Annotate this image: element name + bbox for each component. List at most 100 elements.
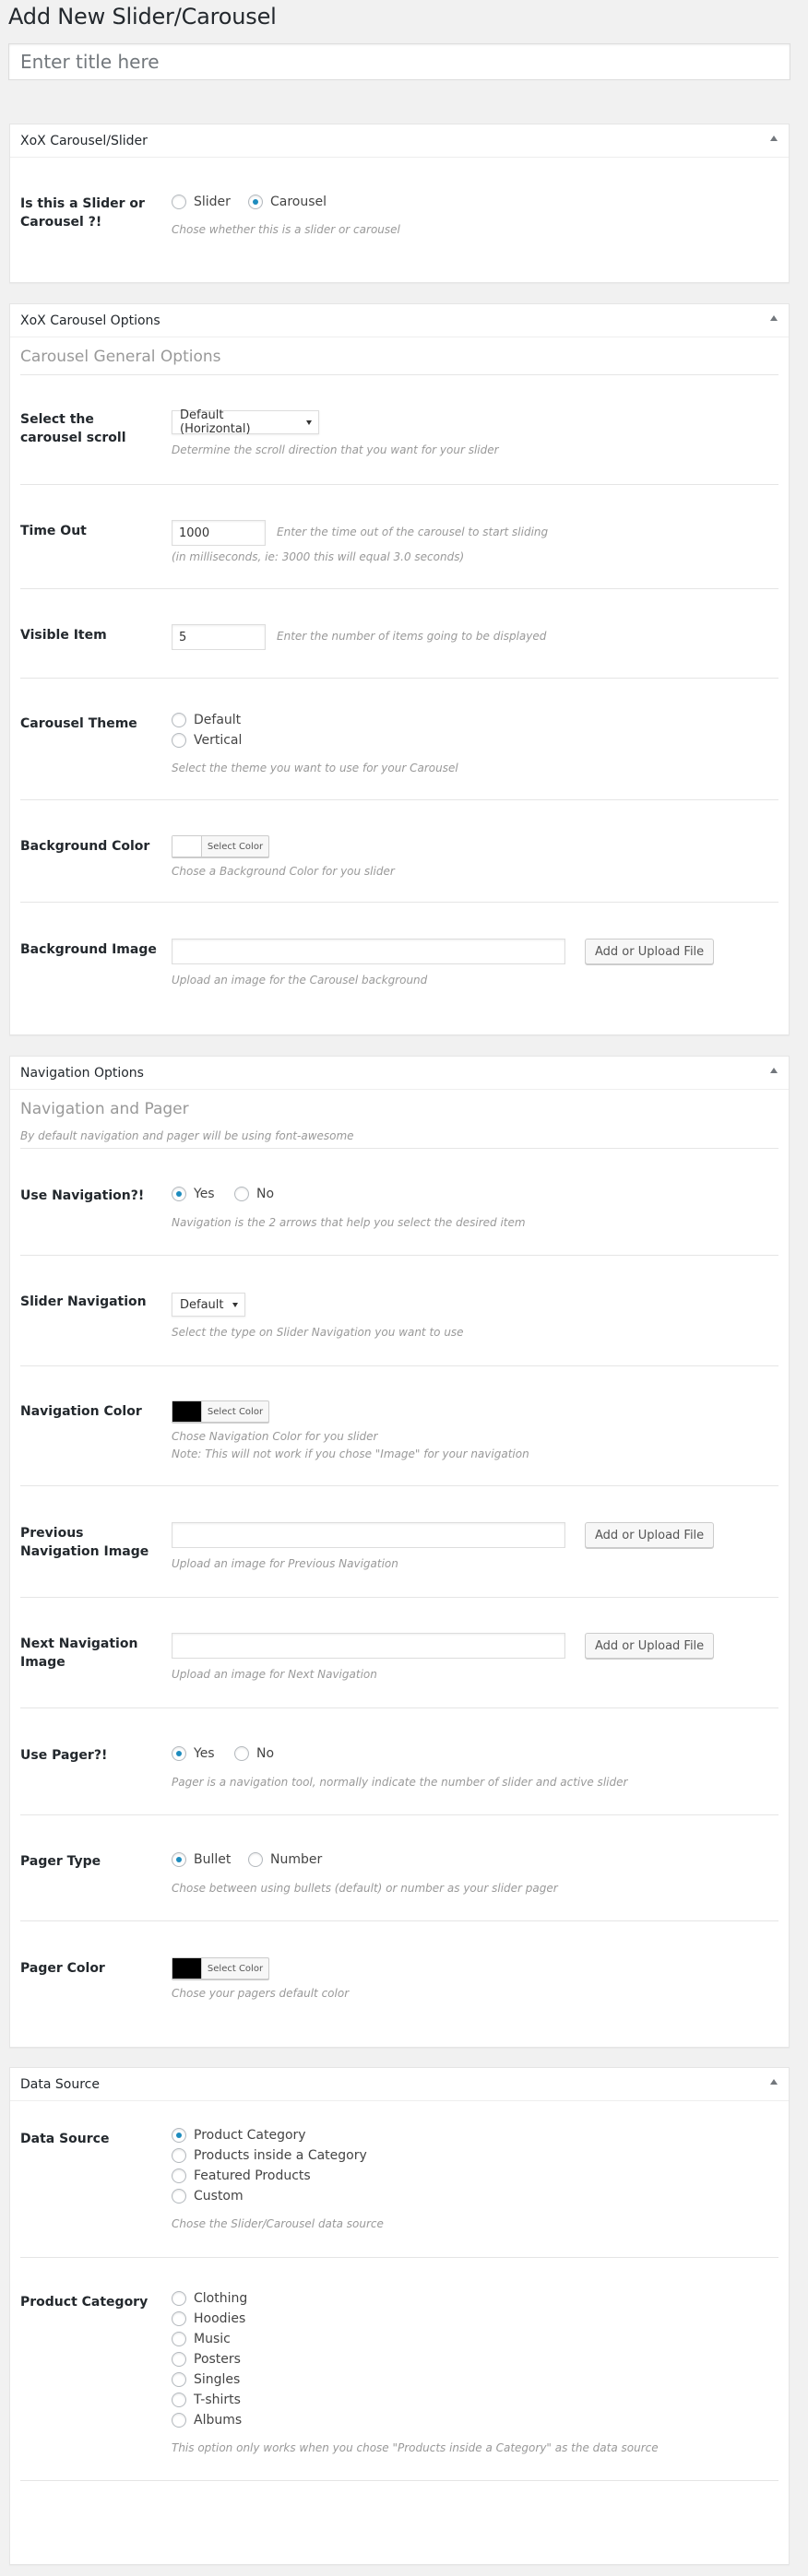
nav-color-label: Navigation Color — [20, 1404, 142, 1419]
visible-input[interactable]: 5 — [172, 624, 266, 650]
collapse-arrow-icon[interactable] — [770, 1068, 778, 1073]
divider — [20, 2480, 778, 2481]
metabox-header[interactable]: Data Source — [10, 2068, 789, 2101]
section-title: Carousel General Options — [20, 348, 221, 366]
next-image-upload-button[interactable]: Add or Upload File — [585, 1633, 715, 1659]
radio-circle-icon — [172, 2393, 186, 2407]
collapse-arrow-icon[interactable] — [770, 2079, 778, 2085]
use-pager-description: Pager is a navigation tool, normally ind… — [172, 1776, 628, 1789]
radio-source-products-inside-category[interactable]: Products inside a Category — [172, 2148, 367, 2163]
divider — [20, 484, 778, 485]
radio-label: Carousel — [270, 195, 327, 209]
radio-label: Yes — [194, 1746, 215, 1761]
bg-color-description: Chose a Background Color for you slider — [172, 865, 395, 878]
radio-selected-icon — [172, 1746, 186, 1761]
scroll-label: Select the carousel scroll — [20, 412, 126, 445]
radio-selected-icon — [172, 1187, 186, 1201]
bg-image-url-input[interactable] — [172, 939, 565, 964]
pager-color-picker-button[interactable]: Select Color — [172, 1957, 269, 1979]
type-description: Chose whether this is a slider or carous… — [172, 223, 400, 236]
collapse-arrow-icon[interactable] — [770, 136, 778, 141]
radio-circle-icon — [172, 2291, 186, 2306]
divider — [20, 1365, 778, 1366]
select-value: Default — [180, 1297, 224, 1312]
radio-pager-yes[interactable]: Yes — [172, 1746, 215, 1761]
timeout-hint: Enter the time out of the carousel to st… — [277, 526, 549, 538]
radio-label: Custom — [194, 2189, 244, 2204]
radio-circle-icon — [172, 195, 186, 209]
radio-pager-bullet[interactable]: Bullet — [172, 1852, 231, 1867]
radio-label: Number — [270, 1852, 323, 1867]
radio-pager-no[interactable]: No — [234, 1746, 274, 1761]
nav-color-picker-button[interactable]: Select Color — [172, 1400, 269, 1423]
section-subtitle: By default navigation and pager will be … — [20, 1129, 354, 1142]
radio-nav-no[interactable]: No — [234, 1187, 274, 1201]
radio-circle-icon — [172, 2413, 186, 2428]
collapse-arrow-icon[interactable] — [770, 315, 778, 321]
divider — [20, 588, 778, 589]
use-nav-description: Navigation is the 2 arrows that help you… — [172, 1216, 526, 1229]
slider-nav-label: Slider Navigation — [20, 1294, 147, 1309]
radio-label: Albums — [194, 2413, 243, 2428]
radio-category-t-shirts[interactable]: T-shirts — [172, 2393, 241, 2407]
title-input[interactable] — [8, 43, 790, 80]
color-swatch — [172, 1958, 202, 1979]
metabox-header[interactable]: Navigation Options — [10, 1057, 789, 1090]
radio-theme-default[interactable]: Default — [172, 713, 241, 727]
radio-source-product-category[interactable]: Product Category — [172, 2128, 306, 2143]
radio-label: Vertical — [194, 733, 243, 748]
dropdown-arrow-icon — [232, 1303, 238, 1307]
pager-type-description: Chose between using bullets (default) or… — [172, 1882, 558, 1895]
select-value: Default (Horizontal) — [180, 408, 251, 436]
radio-circle-icon — [172, 2332, 186, 2346]
radio-circle-icon — [172, 713, 186, 727]
radio-label: No — [256, 1746, 275, 1761]
radio-label: Clothing — [194, 2291, 248, 2306]
prev-image-url-input[interactable] — [172, 1522, 565, 1548]
metabox-title: Data Source — [20, 2076, 100, 2092]
product-category-description: This option only works when you chose "P… — [172, 2441, 659, 2454]
radio-category-hoodies[interactable]: Hoodies — [172, 2311, 245, 2326]
prev-image-upload-button[interactable]: Add or Upload File — [585, 1522, 715, 1548]
timeout-input[interactable]: 1000 — [172, 520, 266, 546]
data-source-label: Data Source — [20, 2132, 110, 2146]
divider — [20, 1255, 778, 1256]
radio-theme-vertical[interactable]: Vertical — [172, 733, 242, 748]
metabox-header[interactable]: XoX Carousel/Slider — [10, 124, 789, 158]
divider — [20, 799, 778, 800]
radio-category-posters[interactable]: Posters — [172, 2352, 241, 2367]
divider — [20, 1814, 778, 1815]
radio-category-clothing[interactable]: Clothing — [172, 2291, 247, 2306]
divider — [20, 678, 778, 679]
radio-category-music[interactable]: Music — [172, 2332, 231, 2346]
radio-source-featured-products[interactable]: Featured Products — [172, 2168, 311, 2183]
radio-slider[interactable]: Slider — [172, 195, 231, 209]
slider-nav-select[interactable]: Default — [172, 1293, 245, 1317]
navigation-options-metabox: Navigation Options Navigation and Pager … — [9, 1056, 790, 2048]
type-label: Is this a Slider or Carousel ?! — [20, 196, 145, 230]
radio-selected-icon — [172, 2128, 186, 2143]
data-source-description: Chose the Slider/Carousel data source — [172, 2217, 384, 2230]
bg-image-description: Upload an image for the Carousel backgro… — [172, 974, 428, 987]
radio-carousel[interactable]: Carousel — [248, 195, 327, 209]
radio-category-singles[interactable]: Singles — [172, 2372, 240, 2387]
timeout-label: Time Out — [20, 524, 87, 538]
visible-label: Visible Item — [20, 628, 107, 643]
radio-nav-yes[interactable]: Yes — [172, 1187, 215, 1201]
next-image-label: Next Navigation Image — [20, 1637, 138, 1670]
radio-label: No — [256, 1187, 275, 1201]
metabox-header[interactable]: XoX Carousel Options — [10, 304, 789, 337]
data-source-metabox: Data Source Data Source Product Category… — [9, 2067, 790, 2565]
bg-color-picker-button[interactable]: Select Color — [172, 835, 269, 857]
bg-image-upload-button[interactable]: Add or Upload File — [585, 939, 715, 964]
radio-label: Default — [194, 713, 242, 727]
divider — [20, 1148, 778, 1149]
radio-circle-icon — [172, 733, 186, 748]
radio-pager-number[interactable]: Number — [248, 1852, 322, 1867]
scroll-select[interactable]: Default (Horizontal) — [172, 408, 319, 436]
radio-label: T-shirts — [194, 2393, 241, 2407]
radio-category-albums[interactable]: Albums — [172, 2413, 242, 2428]
radio-selected-icon — [248, 195, 263, 209]
radio-source-custom[interactable]: Custom — [172, 2189, 244, 2204]
next-image-url-input[interactable] — [172, 1633, 565, 1659]
